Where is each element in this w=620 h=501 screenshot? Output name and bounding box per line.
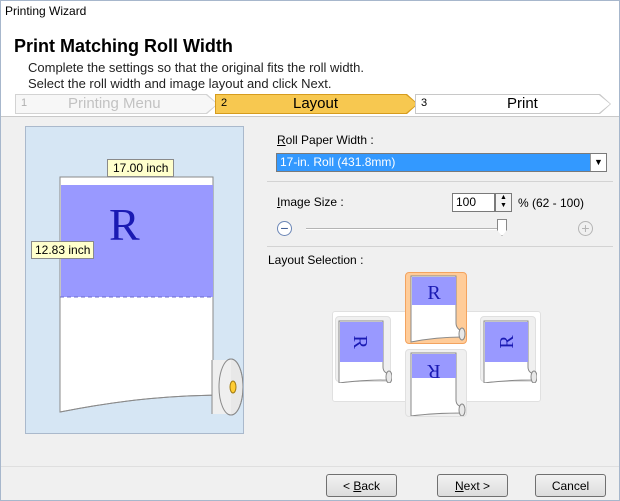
description-line-2: Select the roll width and image layout a…	[28, 76, 332, 91]
image-size-range: % (62 - 100)	[518, 196, 585, 210]
step-number: 1	[21, 97, 28, 109]
step-number: 3	[421, 97, 428, 109]
layout-preview: R 17.00 inch 12.83 inch	[25, 126, 244, 434]
step-number: 2	[221, 97, 228, 109]
roll-paper-width-select[interactable]: 17-in. Roll (431.8mm) ▼	[276, 153, 607, 172]
image-size-spinner[interactable]: ▲ ▼	[495, 193, 512, 212]
image-size-slider[interactable]	[306, 228, 503, 230]
spin-up-icon[interactable]: ▲	[496, 194, 511, 202]
image-size-label: Image Size :	[277, 195, 344, 209]
roll-paper-width-value: 17-in. Roll (431.8mm)	[280, 155, 396, 169]
wizard-content: R 17.00 inch 12.83 inch Roll Paper Width…	[1, 118, 619, 466]
page-title: Print Matching Roll Width	[14, 36, 233, 56]
section-divider	[267, 246, 613, 247]
preview-glyph: R	[109, 199, 140, 250]
description-line-1: Complete the settings so that the origin…	[28, 60, 365, 75]
width-dimension-label: 17.00 inch	[107, 159, 175, 177]
back-button[interactable]: < Back	[326, 474, 397, 497]
layout-option-top[interactable]: R	[405, 272, 467, 344]
step-label: Layout	[293, 95, 339, 112]
title-bar: Printing Wizard	[1, 1, 619, 21]
printing-wizard-window: Printing Wizard Print Matching Roll Widt…	[0, 0, 620, 501]
next-button[interactable]: Next >	[437, 474, 508, 497]
layout-option-right[interactable]: R	[480, 316, 538, 384]
step-label: Print	[507, 95, 538, 112]
spin-down-icon[interactable]: ▼	[496, 202, 511, 210]
height-dimension-label: 12.83 inch	[31, 241, 95, 259]
step-print: 3 Print	[415, 94, 611, 114]
slider-thumb[interactable]	[497, 219, 507, 236]
roll-paper-width-label: Roll Paper Width :	[277, 133, 374, 147]
step-label: Printing Menu	[68, 95, 161, 112]
zoom-in-button[interactable]: +	[578, 221, 593, 236]
cancel-button[interactable]: Cancel	[535, 474, 606, 497]
section-divider	[267, 181, 613, 182]
step-printing-menu: 1 Printing Menu	[15, 94, 218, 114]
layout-option-left[interactable]: R	[335, 316, 393, 384]
window-title: Printing Wizard	[5, 4, 87, 18]
layout-glyph: R	[496, 335, 518, 349]
chevron-down-icon[interactable]: ▼	[590, 154, 606, 171]
layout-option-bottom[interactable]: R	[405, 349, 467, 417]
wizard-steps: 1 Printing Menu 2 Layout 3 Print	[15, 94, 611, 114]
wizard-footer: < Back Next > Cancel	[1, 466, 619, 500]
layout-selection-label: Layout Selection :	[268, 253, 364, 267]
layout-glyph: R	[427, 282, 441, 304]
step-layout: 2 Layout	[215, 94, 418, 114]
image-size-input[interactable]: 100	[452, 193, 495, 212]
wizard-header: Print Matching Roll Width Complete the s…	[1, 21, 619, 117]
zoom-out-button[interactable]: −	[277, 221, 292, 236]
layout-glyph: R	[427, 360, 441, 382]
layout-glyph: R	[349, 335, 371, 349]
